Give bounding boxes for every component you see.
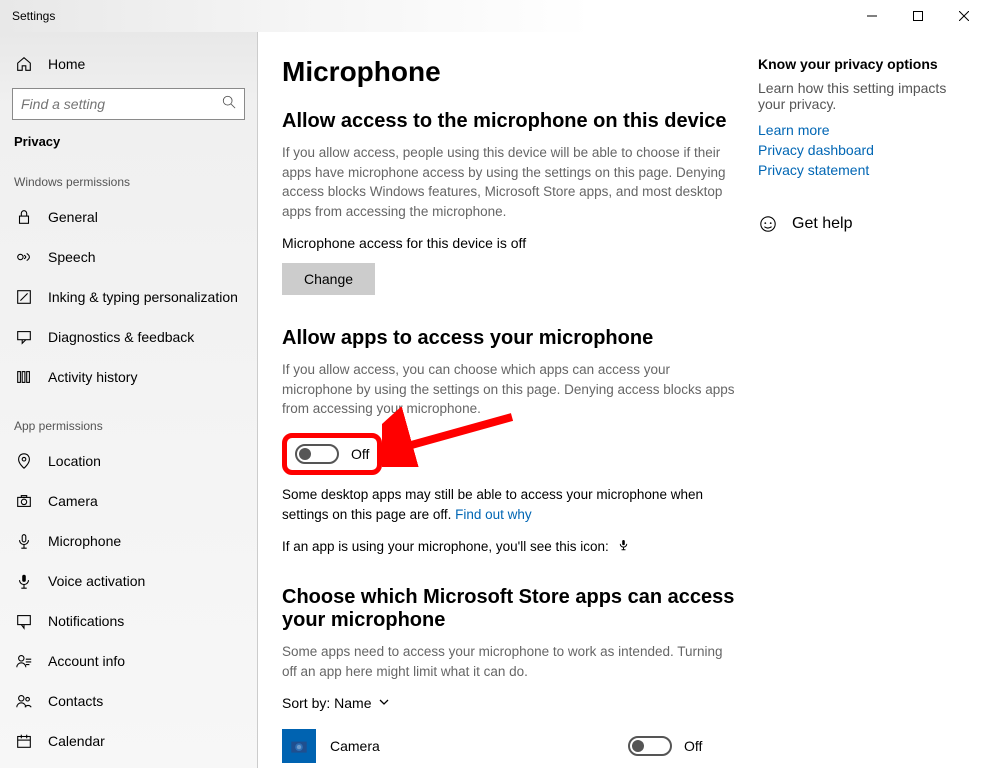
home-icon	[14, 54, 34, 74]
desktop-apps-note: Some desktop apps may still be able to a…	[282, 485, 738, 524]
maximize-button[interactable]	[895, 0, 941, 32]
microphone-icon	[14, 531, 34, 551]
titlebar: Settings	[0, 0, 987, 32]
camera-icon	[14, 491, 34, 511]
apps-access-toggle[interactable]	[295, 444, 339, 464]
location-icon	[14, 451, 34, 471]
sidebar-item-label: Camera	[48, 493, 98, 509]
help-label: Get help	[792, 215, 852, 233]
device-status: Microphone access for this device is off	[282, 235, 738, 251]
sidebar-item-label: General	[48, 209, 98, 225]
sidebar-item-diagnostics[interactable]: Diagnostics & feedback	[0, 317, 257, 357]
sidebar-item-location[interactable]: Location	[0, 441, 257, 481]
sidebar-item-contacts[interactable]: Contacts	[0, 681, 257, 721]
history-icon	[14, 367, 34, 387]
sidebar-item-label: Diagnostics & feedback	[48, 329, 194, 345]
voice-icon	[14, 571, 34, 591]
toggle-state: Off	[351, 446, 369, 462]
sidebar-item-label: Account info	[48, 653, 125, 669]
aside: Know your privacy options Learn how this…	[758, 32, 983, 768]
app-permissions-heading: App permissions	[0, 397, 257, 441]
aside-heading: Know your privacy options	[758, 56, 963, 72]
section-heading: Choose which Microsoft Store apps can ac…	[282, 586, 738, 632]
sidebar-item-inking[interactable]: Inking & typing personalization	[0, 277, 257, 317]
sidebar-item-speech[interactable]: Speech	[0, 237, 257, 277]
notifications-icon	[14, 611, 34, 631]
section-heading: Allow apps to access your microphone	[282, 327, 738, 350]
mic-in-use-note: If an app is using your microphone, you'…	[282, 538, 738, 554]
sidebar-item-label: Microphone	[48, 533, 121, 549]
app-name: Camera	[330, 738, 628, 754]
help-icon	[758, 214, 778, 234]
sidebar: Home Privacy Windows permissions General…	[0, 32, 258, 768]
camera-app-icon	[282, 729, 316, 763]
sidebar-item-calendar[interactable]: Calendar	[0, 721, 257, 761]
privacy-dashboard-link[interactable]: Privacy dashboard	[758, 142, 963, 158]
app-row-camera: Camera Off	[282, 725, 738, 767]
sidebar-item-label: Notifications	[48, 613, 124, 629]
sidebar-item-label: Contacts	[48, 693, 103, 709]
find-out-why-link[interactable]: Find out why	[455, 507, 532, 522]
sidebar-item-label: Calendar	[48, 733, 105, 749]
main: Microphone Allow access to the microphon…	[258, 32, 987, 768]
store-apps-section: Choose which Microsoft Store apps can ac…	[282, 586, 738, 768]
window-title: Settings	[0, 9, 55, 23]
toggle-state: Off	[684, 738, 702, 754]
current-category: Privacy	[0, 128, 257, 153]
annotation-highlight: Off	[282, 433, 382, 475]
sidebar-item-camera[interactable]: Camera	[0, 481, 257, 521]
camera-app-toggle[interactable]	[628, 736, 672, 756]
sidebar-item-label: Voice activation	[48, 573, 145, 589]
privacy-statement-link[interactable]: Privacy statement	[758, 162, 963, 178]
aside-desc: Learn how this setting impacts your priv…	[758, 80, 963, 112]
sidebar-item-label: Speech	[48, 249, 95, 265]
speech-icon	[14, 247, 34, 267]
sidebar-item-label: Activity history	[48, 369, 137, 385]
sidebar-item-label: Inking & typing personalization	[48, 289, 238, 305]
close-button[interactable]	[941, 0, 987, 32]
search-box[interactable]	[12, 88, 245, 120]
device-access-section: Allow access to the microphone on this d…	[282, 110, 738, 295]
sidebar-item-general[interactable]: General	[0, 197, 257, 237]
section-desc: If you allow access, people using this d…	[282, 143, 738, 221]
learn-more-link[interactable]: Learn more	[758, 122, 963, 138]
section-heading: Allow access to the microphone on this d…	[282, 110, 738, 133]
window-controls	[849, 0, 987, 32]
home-label: Home	[48, 56, 85, 72]
arrow-annotation-icon	[382, 407, 522, 467]
feedback-icon	[14, 327, 34, 347]
sidebar-item-notifications[interactable]: Notifications	[0, 601, 257, 641]
page-title: Microphone	[282, 56, 738, 88]
inking-icon	[14, 287, 34, 307]
get-help[interactable]: Get help	[758, 214, 963, 234]
minimize-button[interactable]	[849, 0, 895, 32]
sidebar-item-voice[interactable]: Voice activation	[0, 561, 257, 601]
calendar-icon	[14, 731, 34, 751]
lock-icon	[14, 207, 34, 227]
home-nav[interactable]: Home	[0, 44, 257, 84]
contacts-icon	[14, 691, 34, 711]
search-icon	[222, 95, 236, 114]
windows-permissions-heading: Windows permissions	[0, 153, 257, 197]
sidebar-item-account[interactable]: Account info	[0, 641, 257, 681]
section-desc: Some apps need to access your microphone…	[282, 642, 738, 681]
sort-by[interactable]: Sort by: Name	[282, 695, 738, 711]
sidebar-item-label: Location	[48, 453, 101, 469]
apps-access-section: Allow apps to access your microphone If …	[282, 327, 738, 554]
microphone-indicator-icon	[617, 539, 630, 554]
sidebar-item-activity[interactable]: Activity history	[0, 357, 257, 397]
chevron-down-icon	[378, 695, 390, 711]
sidebar-item-microphone[interactable]: Microphone	[0, 521, 257, 561]
search-input[interactable]	[21, 96, 222, 112]
change-button[interactable]: Change	[282, 263, 375, 295]
account-icon	[14, 651, 34, 671]
sort-value: Name	[334, 695, 371, 711]
